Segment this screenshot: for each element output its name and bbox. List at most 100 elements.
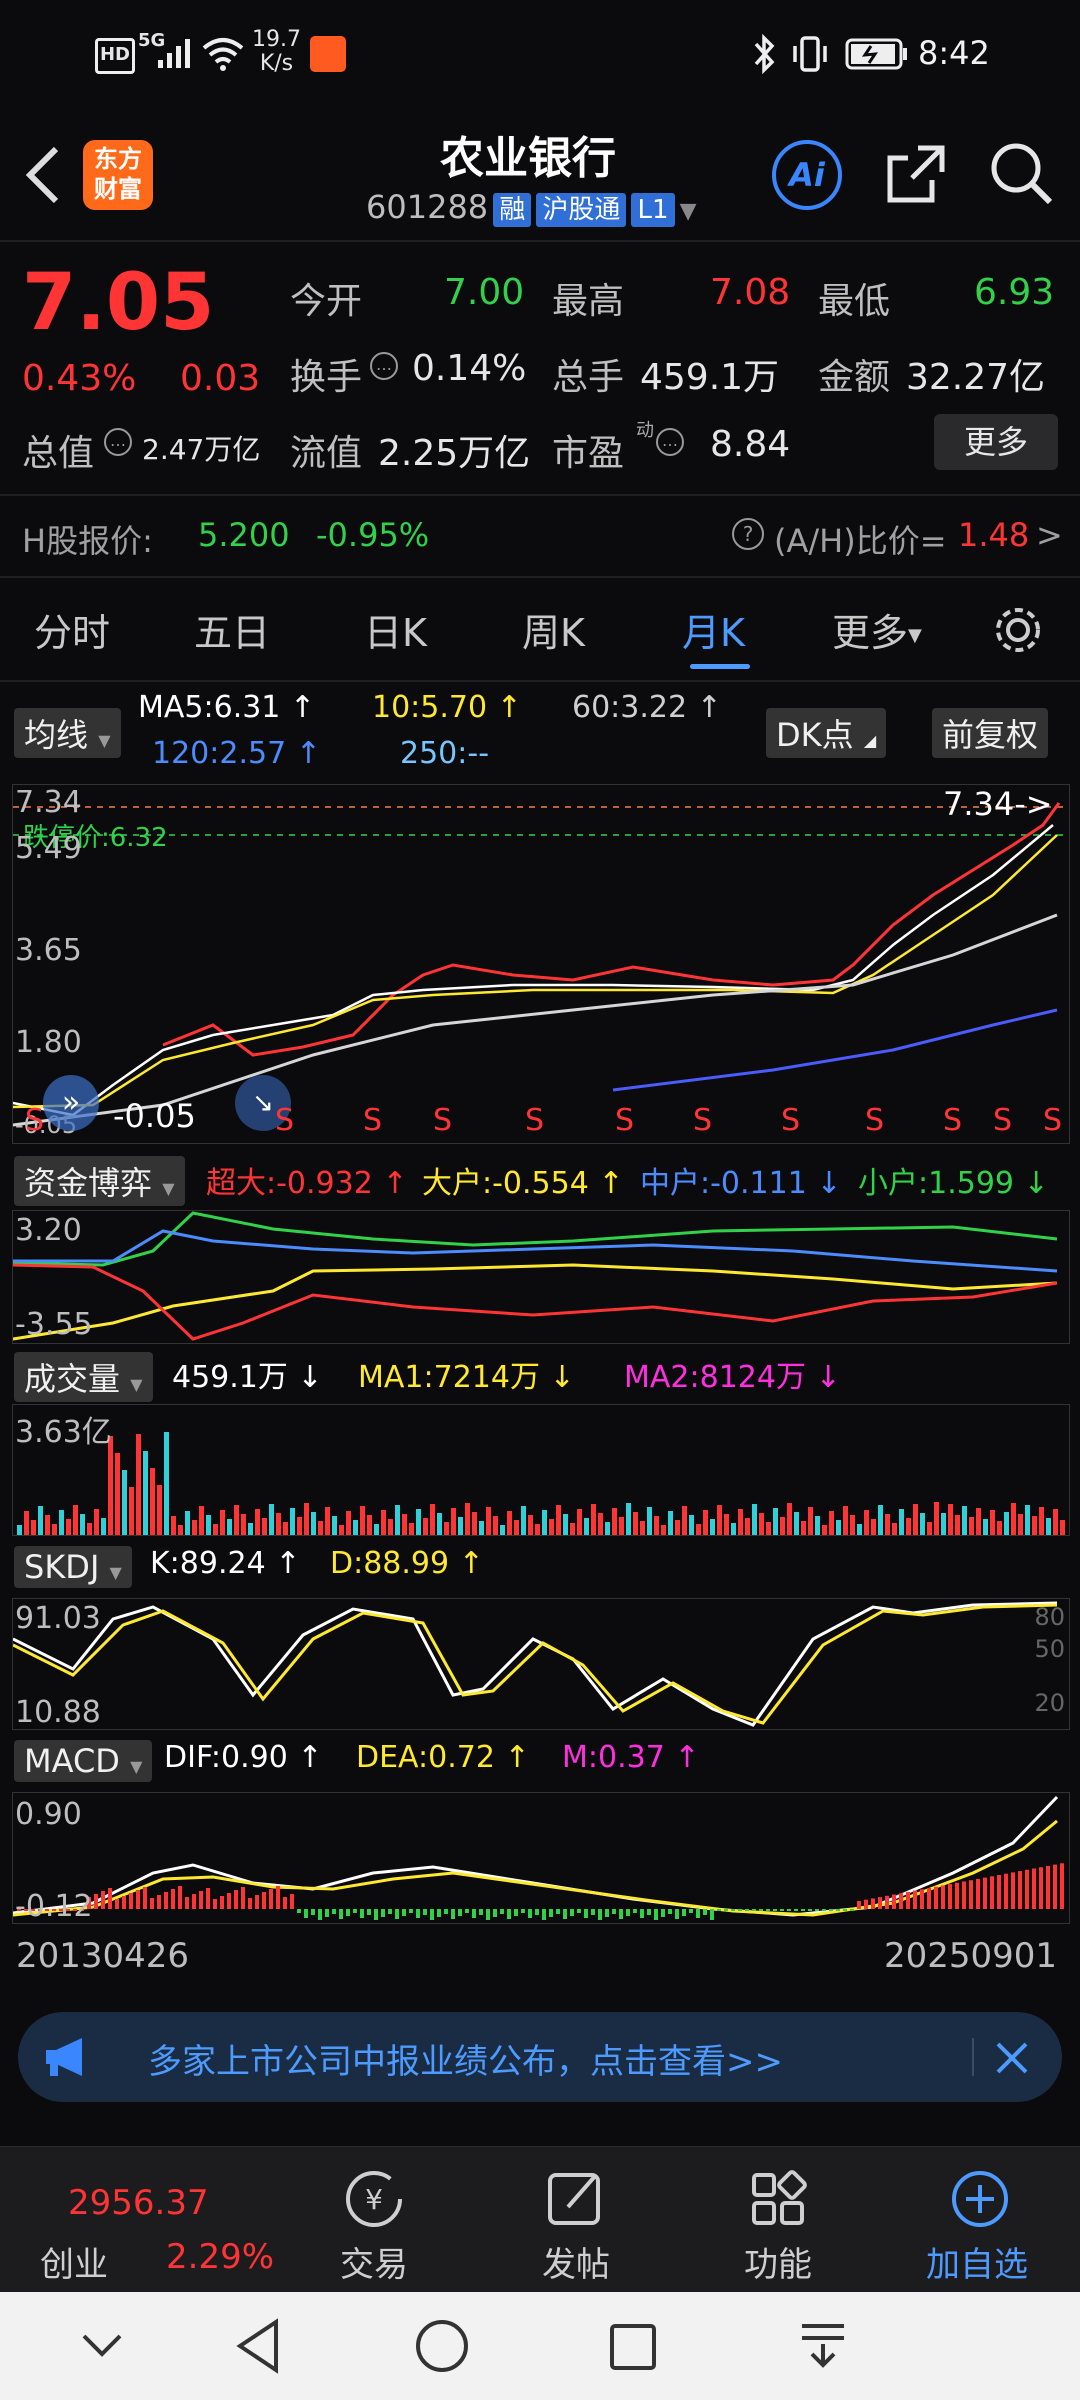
back-nav-icon[interactable] [234,2318,284,2374]
volume-bar [402,1514,407,1535]
macd-bar [248,1898,252,1909]
volume-bar [367,1515,372,1535]
volume-bar [808,1507,813,1535]
help-icon[interactable]: ? [732,518,764,550]
stock-name: 农业银行 [440,133,616,184]
fund-flow-selector[interactable]: 资金博弈 ▼ [14,1156,185,1206]
y-axis-label: 3.20 [15,1213,82,1248]
volume-bar [500,1525,505,1535]
volume-bar [801,1521,806,1535]
volume-bar [556,1505,561,1535]
macd-bar [766,1909,770,1911]
search-icon[interactable] [988,140,1054,206]
macd-bar [717,1909,721,1911]
stock-code-row[interactable]: 601288 融 沪股通 L1 ▼ [366,188,697,227]
back-icon[interactable] [22,145,62,205]
index-percent[interactable]: 2.29% [166,2237,274,2277]
macd-bar [549,1909,553,1917]
adjust-button[interactable]: 前复权 [932,708,1049,758]
volume-bar [220,1510,225,1535]
index-name[interactable]: 创业 [40,2237,108,2286]
macd-bar [787,1909,791,1911]
skdj-chart[interactable]: 91.03 10.88 80 50 20 [12,1598,1070,1730]
macd-selector[interactable]: MACD ▼ [14,1740,153,1782]
volume-bar [1025,1505,1030,1535]
tab-daily-k[interactable]: 日K [364,602,427,657]
tab-monthly-k[interactable]: 月K [682,602,745,657]
post-icon[interactable] [544,2167,608,2231]
chevron-right-icon[interactable]: > [1036,516,1063,554]
vibrate-icon [793,36,827,72]
divider [0,494,1080,496]
dk-point-button[interactable]: DK点 ◢ [766,708,887,758]
trade-icon[interactable]: ¥ [342,2167,406,2231]
mktcap-label: 总值 [22,433,95,474]
fund-flow-chart[interactable]: 3.20 -3.55 [12,1210,1070,1344]
ai-button[interactable]: Ai [772,140,842,210]
tab-weekly-k[interactable]: 周K [522,602,585,657]
skdj-selector[interactable]: SKDJ ▼ [14,1546,132,1588]
volume-bar [234,1505,239,1535]
volume-bar [815,1516,820,1535]
notification-pull-icon[interactable] [798,2320,848,2370]
chevron-down-icon[interactable] [80,2326,124,2366]
sell-signal: S [363,1103,383,1138]
volume-bar [976,1508,981,1535]
macd-bar [962,1881,966,1909]
tab-intraday[interactable]: 分时 [34,602,110,657]
volume-bar [773,1508,778,1535]
volume-bar [479,1521,484,1535]
function-icon[interactable] [746,2167,810,2231]
close-icon[interactable] [992,2038,1032,2078]
add-icon[interactable] [948,2167,1012,2231]
recents-nav-icon[interactable] [608,2322,658,2372]
macd-bar [948,1884,952,1909]
nav-trade[interactable]: 交易 [340,2237,408,2286]
home-nav-icon[interactable] [414,2318,470,2374]
volume-bar [73,1505,78,1535]
volume-bar [458,1517,463,1535]
tag-margin: 融 [493,193,532,227]
nav-add-watchlist[interactable]: 加自选 [926,2237,1028,2286]
info-icon[interactable]: … [656,428,684,456]
ma-selector[interactable]: 均线 ▼ [14,708,121,758]
volume-bar [990,1510,995,1535]
amount-label: 金额 [818,357,891,398]
tab-five-day[interactable]: 五日 [194,602,270,657]
index-value[interactable]: 2956.37 [68,2183,209,2223]
volume-bar [409,1523,414,1535]
macd-bar [472,1909,476,1918]
more-button[interactable]: 更多 [934,414,1058,470]
volume-bar [570,1523,575,1535]
ah-ratio-value[interactable]: 1.48 [958,516,1029,554]
info-icon[interactable]: … [370,352,398,380]
volume-chart[interactable]: 3.63亿 [12,1404,1070,1536]
volume-bar [892,1523,897,1535]
volume-bar [31,1520,36,1535]
gear-icon[interactable] [990,602,1046,658]
ah-ratio-label[interactable]: (A/H)比价= [774,516,947,562]
volume-bar [843,1506,848,1535]
macd-bar [976,1878,980,1909]
macd-chart[interactable]: 0.90 -0.12 [12,1792,1070,1924]
y-axis-label: 0.90 [15,1797,82,1832]
nav-post[interactable]: 发帖 [542,2237,610,2286]
kline-svg [13,802,1069,1127]
hshare-pct: -0.95% [316,516,430,554]
info-icon[interactable]: … [104,428,132,456]
kline-chart[interactable]: 7.34 跌停价:6.32 5.49 3.65 1.80 -0.05 7.34-… [12,784,1070,1144]
volume-selector[interactable]: 成交量 ▼ [14,1352,153,1402]
tab-more[interactable]: 更多▼ [832,602,922,657]
announcement-banner[interactable]: 多家上市公司中报业绩公布，点击查看>> [18,2012,1062,2102]
expand-left-button[interactable]: » [43,1075,99,1131]
volume-bar [675,1520,680,1535]
volume-bar [864,1510,869,1535]
macd-svg [13,1795,1064,1920]
volume-bar [423,1518,428,1535]
volume-bar [115,1453,120,1535]
macd-bar [759,1909,763,1911]
turnover-value: 0.14% [412,348,527,389]
share-icon[interactable] [884,142,948,206]
volume-bar [1046,1518,1051,1535]
nav-function[interactable]: 功能 [744,2237,812,2286]
